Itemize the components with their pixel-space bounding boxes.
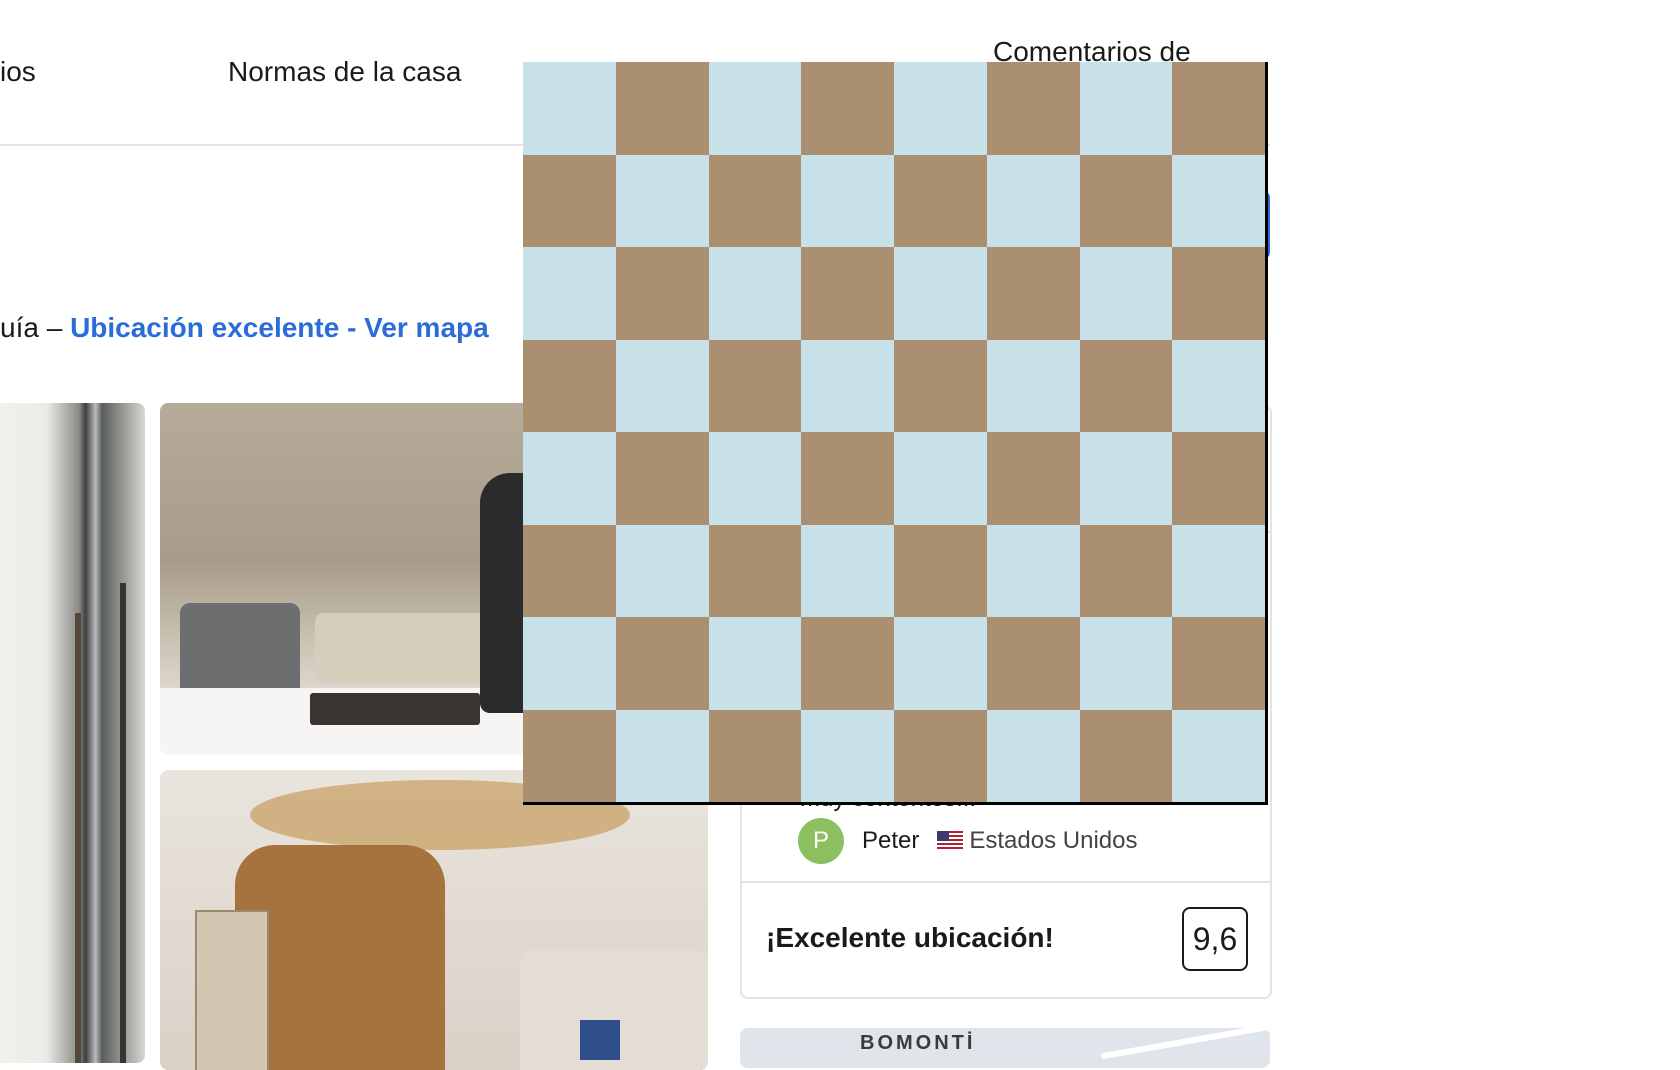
checker-square bbox=[986, 524, 1080, 617]
address-text: uía – bbox=[0, 312, 71, 343]
checker-square bbox=[1079, 339, 1173, 432]
address-line: uía – Ubicación excelente - Ver mapa bbox=[0, 312, 489, 344]
checker-square bbox=[523, 339, 616, 432]
checker-square bbox=[894, 154, 987, 247]
checker-square bbox=[801, 432, 894, 525]
tab-house-rules[interactable]: Normas de la casa bbox=[228, 56, 461, 88]
checker-square bbox=[708, 617, 802, 710]
checker-square bbox=[1172, 432, 1265, 525]
checker-square bbox=[708, 524, 802, 617]
card-divider bbox=[742, 881, 1270, 883]
checker-square bbox=[801, 154, 894, 247]
hotel-photo-room-service[interactable] bbox=[160, 403, 540, 755]
reviewer-name: Peter bbox=[862, 827, 920, 854]
checker-square bbox=[615, 432, 709, 525]
checker-square bbox=[1172, 154, 1265, 247]
tab-amenities-partial[interactable]: ios bbox=[0, 56, 36, 88]
checker-square bbox=[1079, 247, 1173, 340]
checker-square bbox=[523, 524, 616, 617]
checker-square bbox=[615, 524, 709, 617]
checker-square bbox=[708, 247, 802, 340]
checker-square bbox=[986, 709, 1080, 802]
checker-square bbox=[1172, 524, 1265, 617]
hotel-photo-bedroom[interactable] bbox=[160, 770, 708, 1070]
checker-square bbox=[894, 617, 987, 710]
checker-square bbox=[894, 524, 987, 617]
window-frame bbox=[75, 613, 81, 1063]
checker-square bbox=[1172, 339, 1265, 432]
display-shelf bbox=[195, 910, 269, 1070]
reviewer-country: Estados Unidos bbox=[969, 827, 1138, 854]
checker-square bbox=[615, 339, 709, 432]
view-map-link[interactable]: Ubicación excelente - Ver mapa bbox=[70, 312, 489, 343]
checker-square bbox=[801, 247, 894, 340]
checker-square bbox=[523, 62, 616, 155]
checker-square bbox=[894, 339, 987, 432]
checker-square bbox=[615, 709, 709, 802]
slipper-tray bbox=[310, 693, 480, 725]
checker-square bbox=[894, 247, 987, 340]
checker-square bbox=[986, 339, 1080, 432]
checker-square bbox=[708, 339, 802, 432]
location-score-label: ¡Excelente ubicación! bbox=[766, 922, 1054, 953]
map-district-label: BOMONTİ bbox=[860, 1032, 976, 1054]
checker-square bbox=[1079, 709, 1173, 802]
map-road bbox=[1100, 1028, 1270, 1060]
checker-square bbox=[1079, 432, 1173, 525]
checkerboard-overlay bbox=[523, 62, 1268, 805]
checker-square bbox=[523, 709, 616, 802]
location-score-badge: 9,6 bbox=[1182, 907, 1248, 971]
reviewer-info: P Peter Estados Unidos bbox=[798, 817, 1137, 865]
checker-square bbox=[801, 524, 894, 617]
checker-square bbox=[1079, 617, 1173, 710]
checker-square bbox=[1172, 62, 1265, 155]
checker-square bbox=[708, 709, 802, 802]
checker-square bbox=[1172, 709, 1265, 802]
avatar: P bbox=[798, 818, 844, 864]
checker-square bbox=[986, 432, 1080, 525]
pillow bbox=[580, 1020, 620, 1060]
checker-square bbox=[615, 62, 709, 155]
checker-square bbox=[523, 432, 616, 525]
checker-square bbox=[1079, 62, 1173, 155]
checker-square bbox=[615, 247, 709, 340]
checker-square bbox=[801, 62, 894, 155]
checker-square bbox=[986, 247, 1080, 340]
checker-square bbox=[708, 62, 802, 155]
checker-square bbox=[894, 432, 987, 525]
checker-square bbox=[801, 617, 894, 710]
checker-square bbox=[986, 154, 1080, 247]
checker-square bbox=[523, 247, 616, 340]
checker-square bbox=[708, 154, 802, 247]
checker-square bbox=[615, 617, 709, 710]
checker-square bbox=[1172, 617, 1265, 710]
us-flag-icon bbox=[937, 831, 964, 851]
map-preview[interactable]: BOMONTİ bbox=[740, 1028, 1270, 1068]
window-frame bbox=[120, 583, 126, 1063]
checker-square bbox=[801, 339, 894, 432]
checker-square bbox=[986, 62, 1080, 155]
checker-square bbox=[894, 62, 987, 155]
checker-square bbox=[708, 432, 802, 525]
hotel-photo-window-view[interactable] bbox=[0, 403, 145, 1063]
checker-square bbox=[1172, 247, 1265, 340]
checker-square bbox=[986, 617, 1080, 710]
checker-square bbox=[1079, 524, 1173, 617]
checker-square bbox=[1079, 154, 1173, 247]
checker-square bbox=[894, 709, 987, 802]
checker-square bbox=[801, 709, 894, 802]
checker-square bbox=[523, 154, 616, 247]
checker-square bbox=[523, 617, 616, 710]
checker-square bbox=[615, 154, 709, 247]
